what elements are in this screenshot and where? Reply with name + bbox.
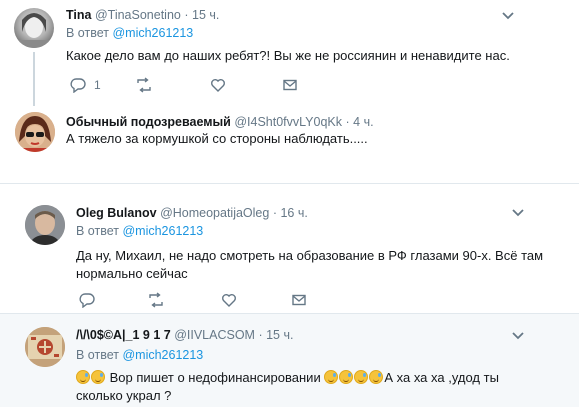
like-icon — [211, 79, 225, 92]
user-name[interactable]: Обычный подозреваемый — [66, 115, 231, 129]
user-name[interactable]: /\/\0$©A|_1 9 1 7 — [76, 328, 171, 342]
tweet-actions: 1 — [70, 76, 310, 94]
chevron-down-icon[interactable] — [501, 11, 515, 21]
avatar[interactable] — [14, 8, 54, 48]
tweet-time[interactable]: 4 ч. — [353, 115, 373, 129]
user-handle[interactable]: @HomeopatijaOleg — [160, 206, 269, 220]
separator-dot: · — [345, 115, 350, 129]
tweet-text-part: А ха ха ха ,удод ты — [384, 370, 499, 385]
face-with-tears-of-joy-emoji — [369, 370, 384, 384]
tweet-time[interactable]: 16 ч. — [280, 206, 307, 220]
retweet-button[interactable] — [147, 291, 165, 309]
face-with-tears-of-joy-emoji — [91, 370, 105, 384]
reply-mention[interactable]: @mich261213 — [112, 26, 193, 40]
separator-dot: · — [258, 328, 263, 342]
chevron-down-icon[interactable] — [511, 208, 525, 218]
chevron-down-icon[interactable] — [511, 331, 525, 341]
retweet-button[interactable] — [135, 76, 153, 94]
reply-icon — [79, 293, 95, 308]
avatar-photo — [14, 13, 54, 48]
avatar-photo — [25, 327, 65, 367]
avatar[interactable] — [15, 112, 55, 152]
tweet-header: Tina @TinaSonetino · 15 ч. — [66, 7, 219, 23]
like-button[interactable] — [221, 291, 237, 309]
retweet-icon — [149, 292, 163, 308]
reply-prefix: В ответ — [76, 348, 119, 362]
tweet-tina[interactable]: Tina @TinaSonetino · 15 ч. В ответ @mich… — [0, 0, 579, 106]
user-handle[interactable]: @IIVLACSOM — [174, 328, 255, 342]
message-icon — [292, 294, 306, 306]
message-icon — [283, 79, 297, 91]
reply-icon — [70, 78, 86, 93]
tweet-ivlacsom[interactable]: /\/\0$©A|_1 9 1 7 @IIVLACSOM · 15 ч. В о… — [0, 314, 579, 407]
tweet-header: /\/\0$©A|_1 9 1 7 @IIVLACSOM · 15 ч. — [76, 327, 293, 343]
face-with-tears-of-joy-emoji — [339, 370, 354, 384]
tweet-text-part: Вор пишет о недофинансировании — [109, 370, 321, 385]
tweet-header: Oleg Bulanov @HomeopatijaOleg · 16 ч. — [76, 205, 308, 221]
user-name[interactable]: Tina — [66, 8, 91, 22]
retweet-icon — [137, 77, 151, 93]
reply-prefix: В ответ — [66, 26, 109, 40]
tweet-text-line: нормально сейчас — [76, 266, 188, 281]
tweet-text: Да ну, Михаил, не надо смотреть на образ… — [76, 247, 546, 283]
like-button[interactable] — [210, 76, 226, 94]
like-icon — [222, 294, 236, 307]
face-with-tears-of-joy-emoji — [76, 370, 90, 384]
tweet-text-line: Вор пишет о недофинансировании А ха ха х… — [76, 369, 546, 387]
reply-mention[interactable]: @mich261213 — [122, 348, 203, 362]
tweet-time[interactable]: 15 ч. — [192, 8, 219, 22]
face-with-tears-of-joy-emoji — [354, 370, 369, 384]
reply-button[interactable]: 1 — [70, 76, 101, 94]
separator-dot: · — [272, 206, 277, 220]
face-with-tears-of-joy-emoji — [324, 370, 339, 384]
tweet-text: Вор пишет о недофинансировании А ха ха х… — [76, 369, 546, 405]
tweet-header: Обычный подозреваемый @I4Sht0fvvLY0qKk ·… — [66, 114, 374, 130]
reply-count: 1 — [94, 78, 101, 92]
reply-context: В ответ @mich261213 — [76, 348, 203, 362]
avatar-photo — [15, 112, 55, 152]
tweet-text-line: сколько украл ? — [76, 388, 172, 403]
reply-mention[interactable]: @mich261213 — [122, 224, 203, 238]
tweet-actions — [79, 291, 319, 309]
avatar[interactable] — [25, 205, 65, 245]
separator-dot: · — [184, 8, 189, 22]
tweet-text: Какое дело вам до наших ребят?! Вы же не… — [66, 48, 510, 63]
message-button[interactable] — [282, 76, 298, 94]
tweet-time[interactable]: 15 ч. — [266, 328, 293, 342]
tweet-text: А тяжело за кормушкой со стороны наблюда… — [66, 131, 368, 146]
message-button[interactable] — [291, 291, 307, 309]
reply-button[interactable] — [79, 291, 95, 309]
tweet-oleg[interactable]: Oleg Bulanov @HomeopatijaOleg · 16 ч. В … — [0, 184, 579, 313]
user-handle[interactable]: @TinaSonetino — [95, 8, 181, 22]
tweet-reply-suspect[interactable]: Обычный подозреваемый @I4Sht0fvvLY0qKk ·… — [0, 106, 579, 182]
reply-prefix: В ответ — [76, 224, 119, 238]
reply-context: В ответ @mich261213 — [66, 26, 193, 40]
tweet-text-line: Да ну, Михаил, не надо смотреть на образ… — [76, 248, 544, 263]
avatar-photo — [25, 205, 65, 245]
avatar[interactable] — [25, 327, 65, 367]
user-name[interactable]: Oleg Bulanov — [76, 206, 157, 220]
user-handle[interactable]: @I4Sht0fvvLY0qKk — [234, 115, 342, 129]
reply-context: В ответ @mich261213 — [76, 224, 203, 238]
thread-line — [33, 52, 35, 106]
